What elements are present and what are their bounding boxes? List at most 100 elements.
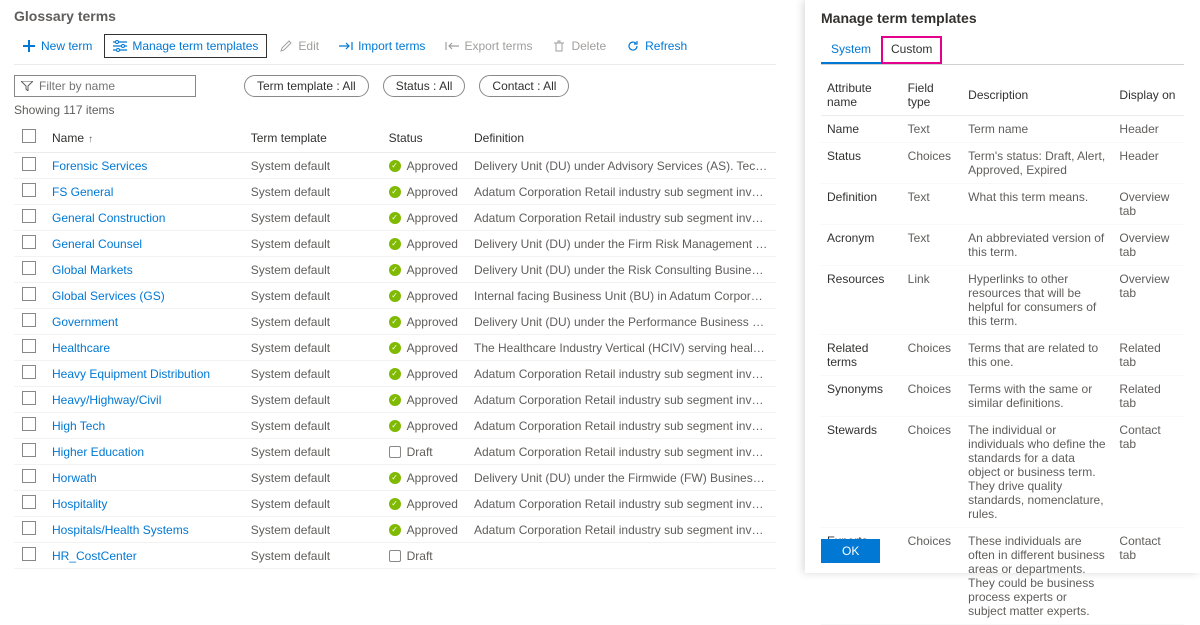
select-all-checkbox[interactable]: [22, 129, 36, 143]
term-link[interactable]: Higher Education: [52, 445, 144, 459]
row-checkbox[interactable]: [22, 235, 36, 249]
attr-type: Choices: [902, 417, 963, 528]
pill-contact[interactable]: Contact : All: [479, 75, 569, 97]
row-checkbox[interactable]: [22, 417, 36, 431]
attr-name: Status: [821, 143, 902, 184]
row-checkbox[interactable]: [22, 521, 36, 535]
panel-title: Manage term templates: [821, 10, 1184, 26]
term-template-cell: System default: [243, 543, 381, 569]
row-checkbox[interactable]: [22, 313, 36, 327]
table-row: General ConstructionSystem defaultApprov…: [14, 205, 776, 231]
term-template-cell: System default: [243, 517, 381, 543]
term-link[interactable]: Hospitality: [52, 497, 107, 511]
attr-desc: An abbreviated version of this term.: [962, 225, 1113, 266]
term-link[interactable]: General Construction: [52, 211, 165, 225]
export-button[interactable]: Export terms: [437, 35, 540, 57]
filter-input[interactable]: [14, 75, 196, 97]
ok-button[interactable]: OK: [821, 539, 880, 563]
row-checkbox[interactable]: [22, 183, 36, 197]
definition-cell: Internal facing Business Unit (BU) in Ad…: [466, 283, 776, 309]
row-checkbox[interactable]: [22, 365, 36, 379]
term-link[interactable]: Heavy Equipment Distribution: [52, 367, 210, 381]
table-row: Human Resources ServicesSystem defaultAp…: [14, 569, 776, 574]
col-status[interactable]: Status: [381, 123, 466, 153]
tab-system[interactable]: System: [821, 36, 881, 64]
term-template-cell: System default: [243, 439, 381, 465]
attr-desc: Hyperlinks to other resources that will …: [962, 266, 1113, 335]
row-checkbox[interactable]: [22, 261, 36, 275]
col-definition[interactable]: Definition: [466, 123, 776, 153]
term-link[interactable]: Global Services (GS): [52, 289, 165, 303]
term-template-cell: System default: [243, 309, 381, 335]
term-link[interactable]: FS General: [52, 185, 113, 199]
definition-cell: [466, 543, 776, 569]
attr-type: Text: [902, 184, 963, 225]
filter-icon: [21, 81, 33, 91]
attr-type: Choices: [902, 376, 963, 417]
term-link[interactable]: Healthcare: [52, 341, 110, 355]
attr-display: Related tab: [1113, 335, 1184, 376]
status-cell: Approved: [389, 497, 458, 511]
col-name[interactable]: Name↑: [44, 123, 243, 153]
status-cell: Approved: [389, 263, 458, 277]
import-button[interactable]: Import terms: [331, 35, 433, 57]
definition-cell: Delivery Unit (DU) under Advisory Servic…: [466, 153, 776, 179]
filter-name-field[interactable]: [39, 79, 194, 93]
term-link[interactable]: Government: [52, 315, 118, 329]
import-icon: [339, 39, 353, 53]
term-link[interactable]: Forensic Services: [52, 159, 147, 173]
table-row: Hospitals/Health SystemsSystem defaultAp…: [14, 517, 776, 543]
term-link[interactable]: Heavy/Highway/Civil: [52, 393, 161, 407]
term-link[interactable]: General Counsel: [52, 237, 142, 251]
term-link[interactable]: Global Markets: [52, 263, 133, 277]
term-link[interactable]: Horwath: [52, 471, 97, 485]
attr-display: Related tab: [1113, 376, 1184, 417]
row-checkbox[interactable]: [22, 157, 36, 171]
approved-icon: [389, 498, 401, 510]
attr-desc: Terms that are related to this one.: [962, 335, 1113, 376]
delete-button[interactable]: Delete: [544, 35, 614, 57]
term-template-cell: System default: [243, 465, 381, 491]
status-cell: Draft: [389, 549, 458, 563]
approved-icon: [389, 264, 401, 276]
term-template-cell: System default: [243, 491, 381, 517]
manage-templates-button[interactable]: Manage term templates: [104, 34, 267, 58]
definition-cell: Adatum Corporation Retail industry sub s…: [466, 517, 776, 543]
refresh-button[interactable]: Refresh: [618, 35, 695, 57]
row-checkbox[interactable]: [22, 209, 36, 223]
status-cell: Approved: [389, 315, 458, 329]
row-checkbox[interactable]: [22, 547, 36, 561]
attr-desc: Term's status: Draft, Alert, Approved, E…: [962, 143, 1113, 184]
attr-row: AcronymTextAn abbreviated version of thi…: [821, 225, 1184, 266]
status-cell: Approved: [389, 237, 458, 251]
term-link[interactable]: High Tech: [52, 419, 105, 433]
row-checkbox[interactable]: [22, 495, 36, 509]
attr-row: DefinitionTextWhat this term means.Overv…: [821, 184, 1184, 225]
col-field-type: Field type: [902, 75, 963, 116]
definition-cell: Adatum Corporation Retail industry sub s…: [466, 491, 776, 517]
definition-cell: Adatum Corporation Retail industry sub s…: [466, 439, 776, 465]
pill-term-template[interactable]: Term template : All: [244, 75, 369, 97]
table-row: High TechSystem defaultApprovedAdatum Co…: [14, 413, 776, 439]
term-link[interactable]: Hospitals/Health Systems: [52, 523, 189, 537]
pill-status[interactable]: Status : All: [383, 75, 466, 97]
attr-desc: What this term means.: [962, 184, 1113, 225]
row-checkbox[interactable]: [22, 287, 36, 301]
tab-custom[interactable]: Custom: [881, 36, 942, 64]
row-checkbox[interactable]: [22, 469, 36, 483]
row-checkbox[interactable]: [22, 391, 36, 405]
col-term-template[interactable]: Term template: [243, 123, 381, 153]
row-checkbox[interactable]: [22, 339, 36, 353]
panel-tabs: System Custom: [821, 36, 1184, 65]
row-checkbox[interactable]: [22, 443, 36, 457]
status-cell: Approved: [389, 419, 458, 433]
item-count: Showing 117 items: [14, 103, 776, 117]
new-term-button[interactable]: New term: [14, 35, 100, 57]
approved-icon: [389, 420, 401, 432]
term-template-cell: System default: [243, 569, 381, 574]
status-cell: Approved: [389, 185, 458, 199]
edit-button[interactable]: Edit: [271, 35, 327, 57]
attr-row: SynonymsChoicesTerms with the same or si…: [821, 376, 1184, 417]
status-cell: Approved: [389, 159, 458, 173]
term-link[interactable]: HR_CostCenter: [52, 549, 137, 563]
